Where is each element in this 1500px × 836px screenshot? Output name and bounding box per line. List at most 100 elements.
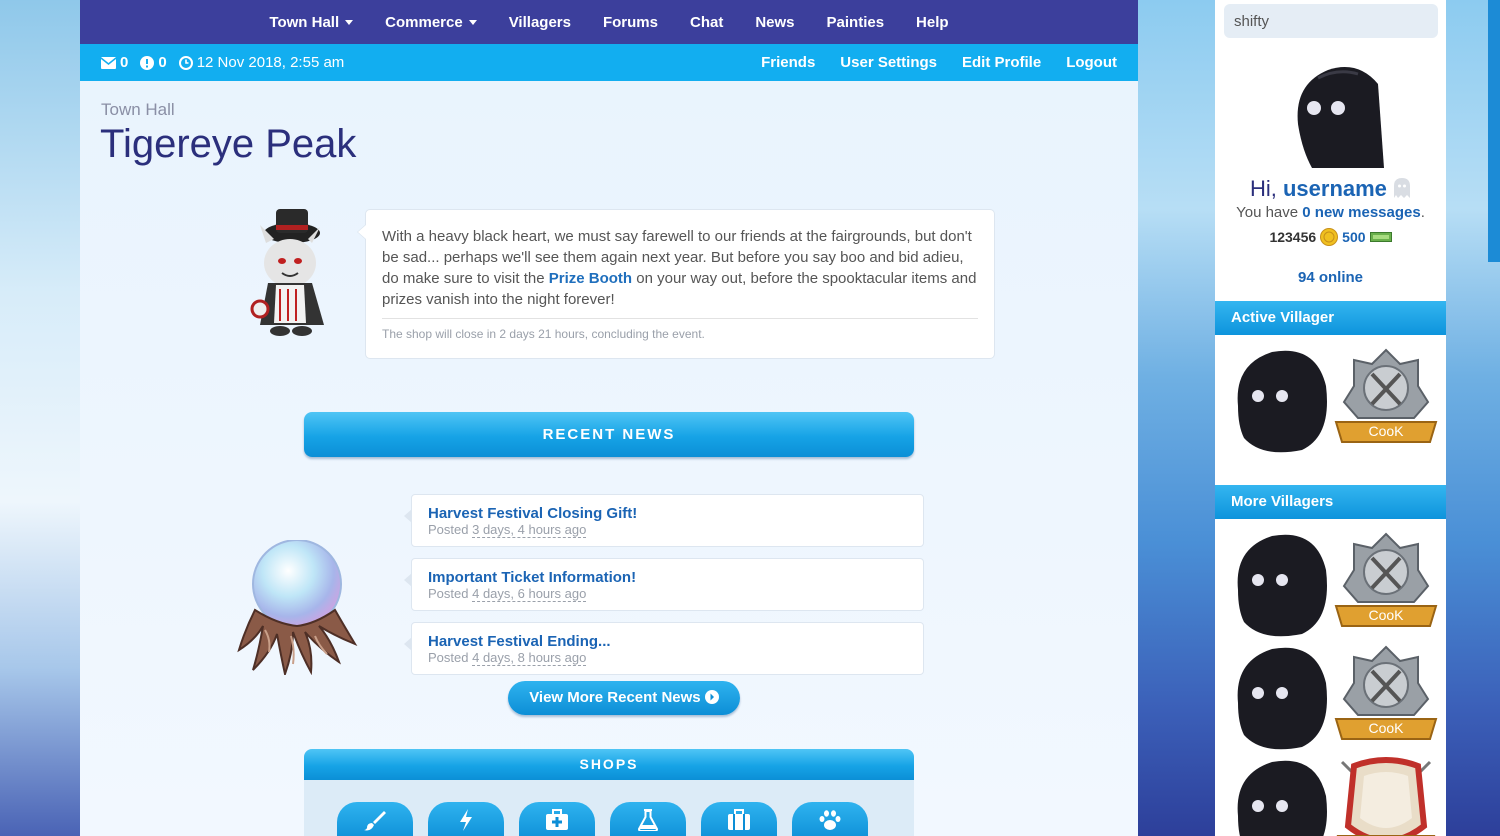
nav-help[interactable]: Help xyxy=(900,14,965,31)
messages-link[interactable]: 0 new messages xyxy=(1302,204,1420,221)
badge-label: CooK xyxy=(1368,607,1404,623)
villager-avatar[interactable] xyxy=(1232,756,1330,836)
divider xyxy=(382,318,978,319)
user-avatar[interactable] xyxy=(1288,64,1386,168)
nav-town-hall[interactable]: Town Hall xyxy=(253,14,369,31)
news-posted: Posted 4 days, 6 hours ago xyxy=(428,586,907,602)
shield-badge[interactable] xyxy=(1334,756,1438,836)
greeting: Hi, username xyxy=(1215,176,1446,202)
nav-forums[interactable]: Forums xyxy=(587,14,674,31)
greeting-text: Hi, xyxy=(1249,176,1277,201)
flask-icon xyxy=(638,809,658,831)
news-posted: Posted 4 days, 8 hours ago xyxy=(428,650,907,666)
badge-label: CooK xyxy=(1368,720,1404,736)
shop-bolt-button[interactable] xyxy=(428,802,504,836)
villager-avatar[interactable] xyxy=(1232,346,1330,454)
nav-label: Town Hall xyxy=(269,13,340,31)
shop-flask-button[interactable] xyxy=(610,802,686,836)
envelope-icon xyxy=(101,56,116,69)
cook-badge[interactable]: CooK xyxy=(1334,346,1438,454)
medkit-icon xyxy=(546,809,568,830)
badge-label: CooK xyxy=(1368,423,1404,439)
more-villagers-heading: More Villagers xyxy=(1215,485,1446,519)
nav-label: Commerce xyxy=(385,13,463,31)
notice-footer: The shop will close in 2 days 21 hours, … xyxy=(382,327,705,341)
search-input[interactable] xyxy=(1234,12,1433,30)
caret-down-icon xyxy=(345,19,354,25)
event-notice: With a heavy black heart, we must say fa… xyxy=(357,209,995,359)
news-item: Harvest Festival Closing Gift! Posted 3 … xyxy=(404,494,924,547)
mascot-image xyxy=(250,209,324,336)
shop-pet-button[interactable] xyxy=(792,802,868,836)
alert-count: 0 xyxy=(158,54,167,71)
currency-row: 123456 500 xyxy=(1215,228,1446,246)
nav-painties[interactable]: Painties xyxy=(811,14,901,31)
edit-profile-link[interactable]: Edit Profile xyxy=(962,54,1041,71)
caret-down-icon xyxy=(468,19,477,25)
bolt-icon xyxy=(460,809,472,831)
crystal-ball-image xyxy=(237,540,358,675)
top-nav: Town Hall Commerce Villagers Forums Chat… xyxy=(80,0,1138,44)
cook-badge[interactable]: CooK xyxy=(1334,530,1438,638)
news-title-link[interactable]: Important Ticket Information! xyxy=(428,569,907,586)
cook-badge[interactable]: CooK xyxy=(1334,643,1438,751)
breadcrumb[interactable]: Town Hall xyxy=(101,100,175,120)
news-title-link[interactable]: Harvest Festival Ending... xyxy=(428,633,907,650)
datetime: 12 Nov 2018, 2:55 am xyxy=(178,54,345,71)
shop-suitcase-button[interactable] xyxy=(701,802,777,836)
coin-amount: 123456 xyxy=(1269,229,1317,245)
brush-icon xyxy=(364,811,386,831)
search-box xyxy=(1224,4,1438,38)
posted-ago: 4 days, 8 hours ago xyxy=(472,650,587,666)
ticket-amount: 500 xyxy=(1342,229,1366,245)
shops-section: SHOPS xyxy=(304,749,914,836)
sub-bar: 0 0 12 Nov 2018, 2:55 am Friends User Se… xyxy=(80,44,1138,81)
nav-commerce[interactable]: Commerce xyxy=(369,14,493,31)
nav-villagers[interactable]: Villagers xyxy=(493,14,587,31)
exclamation-circle-icon xyxy=(140,55,155,70)
scrollbar-thumb[interactable] xyxy=(1488,0,1500,262)
prize-booth-link[interactable]: Prize Booth xyxy=(549,270,632,287)
villager-avatar[interactable] xyxy=(1232,530,1330,638)
view-more-news-button[interactable]: View More Recent News xyxy=(508,681,740,715)
news-item: Harvest Festival Ending... Posted 4 days… xyxy=(404,622,924,675)
shop-medkit-button[interactable] xyxy=(519,802,595,836)
datetime-text: 12 Nov 2018, 2:55 am xyxy=(196,54,345,71)
alert-indicator[interactable]: 0 xyxy=(140,54,167,71)
shops-heading: SHOPS xyxy=(304,749,914,780)
posted-label: Posted xyxy=(428,586,469,601)
news-title-link[interactable]: Harvest Festival Closing Gift! xyxy=(428,505,907,522)
posted-label: Posted xyxy=(428,650,469,665)
logout-link[interactable]: Logout xyxy=(1066,54,1117,71)
background-left xyxy=(0,0,80,836)
posted-ago: 4 days, 6 hours ago xyxy=(472,586,587,602)
coin-icon xyxy=(1320,228,1339,246)
ghost-icon xyxy=(1394,178,1411,198)
villager-avatar[interactable] xyxy=(1232,643,1330,751)
username-link[interactable]: username xyxy=(1283,176,1387,201)
main-content: Town Hall Commerce Villagers Forums Chat… xyxy=(80,0,1138,836)
recent-news-heading: RECENT NEWS xyxy=(304,412,914,457)
messages-summary: You have 0 new messages. xyxy=(1215,204,1446,221)
page-title: Tigereye Peak xyxy=(100,122,357,166)
online-count[interactable]: 94 online xyxy=(1215,269,1446,286)
nav-chat[interactable]: Chat xyxy=(674,14,739,31)
user-settings-link[interactable]: User Settings xyxy=(840,54,937,71)
nav-news[interactable]: News xyxy=(739,14,810,31)
suitcase-icon xyxy=(728,809,750,830)
friends-link[interactable]: Friends xyxy=(761,54,815,71)
paw-icon xyxy=(819,810,841,830)
posted-ago: 3 days, 4 hours ago xyxy=(472,522,587,538)
shop-paint-button[interactable] xyxy=(337,802,413,836)
view-more-label: View More Recent News xyxy=(529,689,701,706)
clock-icon xyxy=(178,55,193,70)
ticket-icon xyxy=(1369,232,1392,242)
arrow-circle-right-icon xyxy=(704,690,719,704)
posted-label: Posted xyxy=(428,522,469,537)
news-item: Important Ticket Information! Posted 4 d… xyxy=(404,558,924,611)
news-posted: Posted 3 days, 4 hours ago xyxy=(428,522,907,538)
notice-text: With a heavy black heart, we must say fa… xyxy=(382,226,978,310)
mail-indicator[interactable]: 0 xyxy=(101,54,128,71)
mail-count: 0 xyxy=(120,54,129,71)
active-villager-heading: Active Villager xyxy=(1215,301,1446,335)
